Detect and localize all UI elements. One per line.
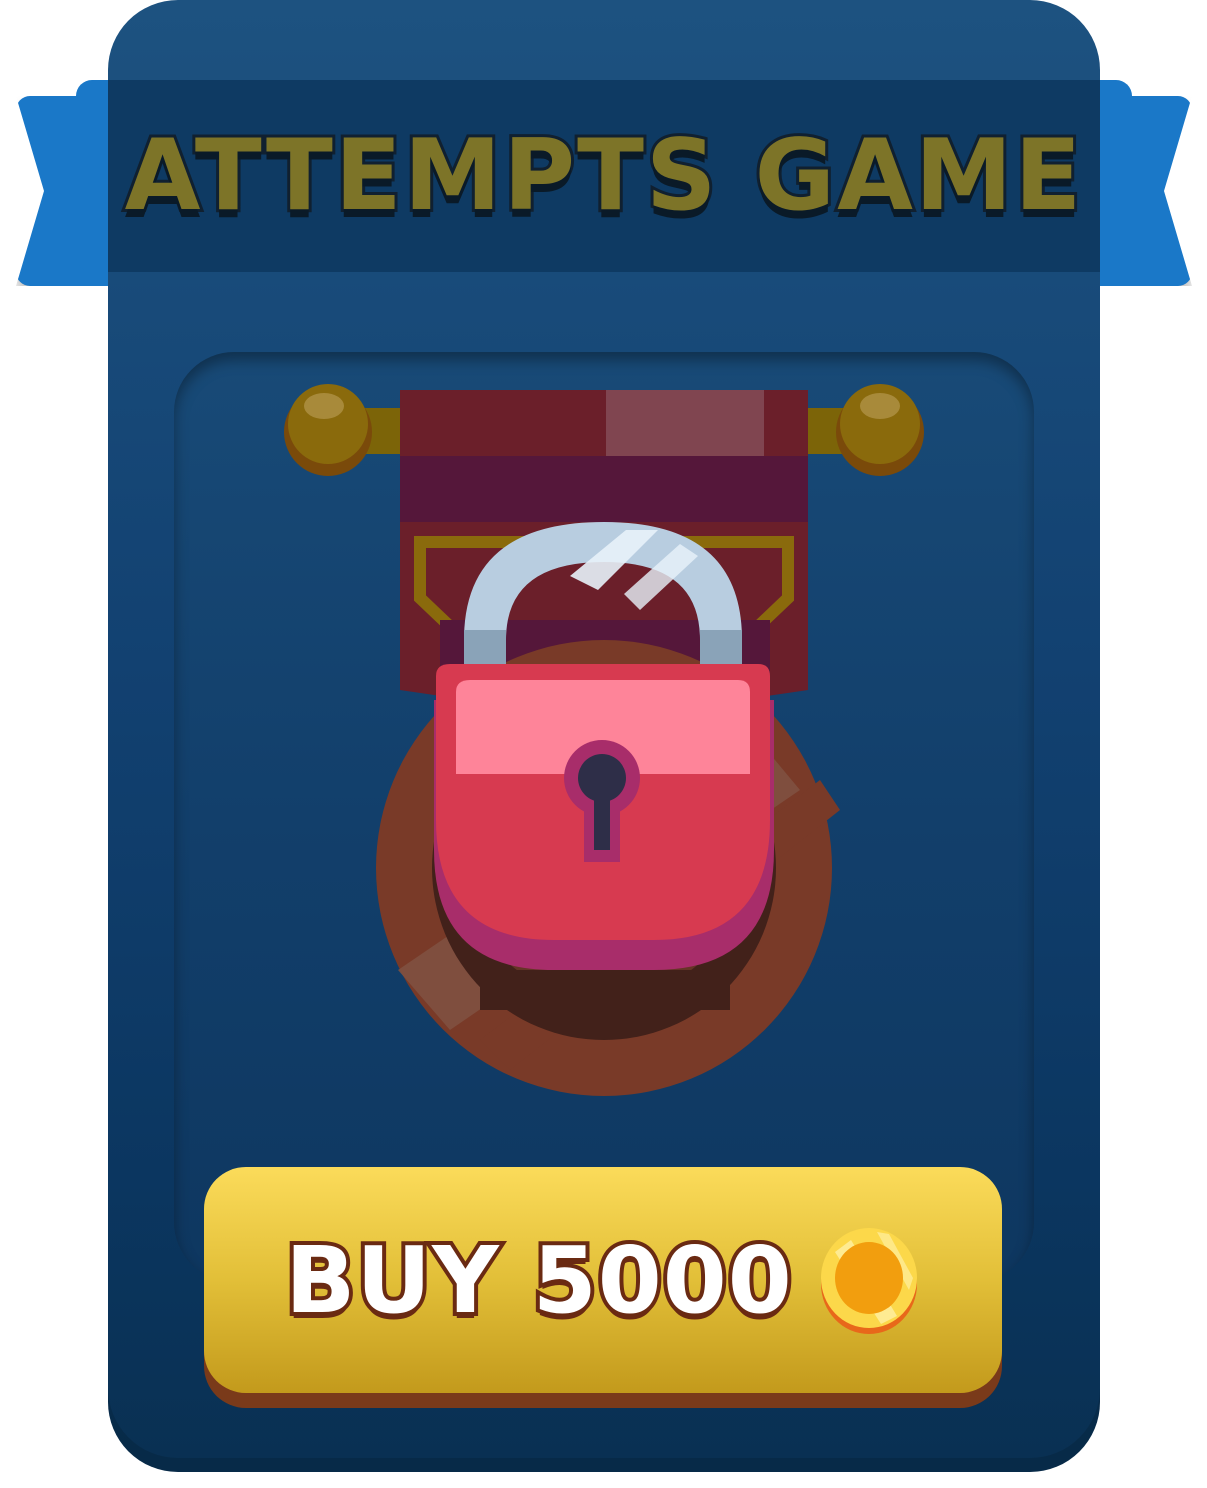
rod-knob-right [836, 384, 924, 476]
gold-coin-icon [820, 1228, 917, 1334]
attempts-game-screen: ATTEMPTS GAME BUY 5000 [0, 0, 1207, 1488]
rod-knob-left [284, 384, 372, 476]
card-title: ATTEMPTS GAME [122, 116, 1085, 236]
buy-button[interactable]: BUY 5000 [204, 1167, 1002, 1393]
padlock-icon [284, 384, 924, 1096]
buy-button-label: BUY 5000 [281, 1223, 796, 1338]
